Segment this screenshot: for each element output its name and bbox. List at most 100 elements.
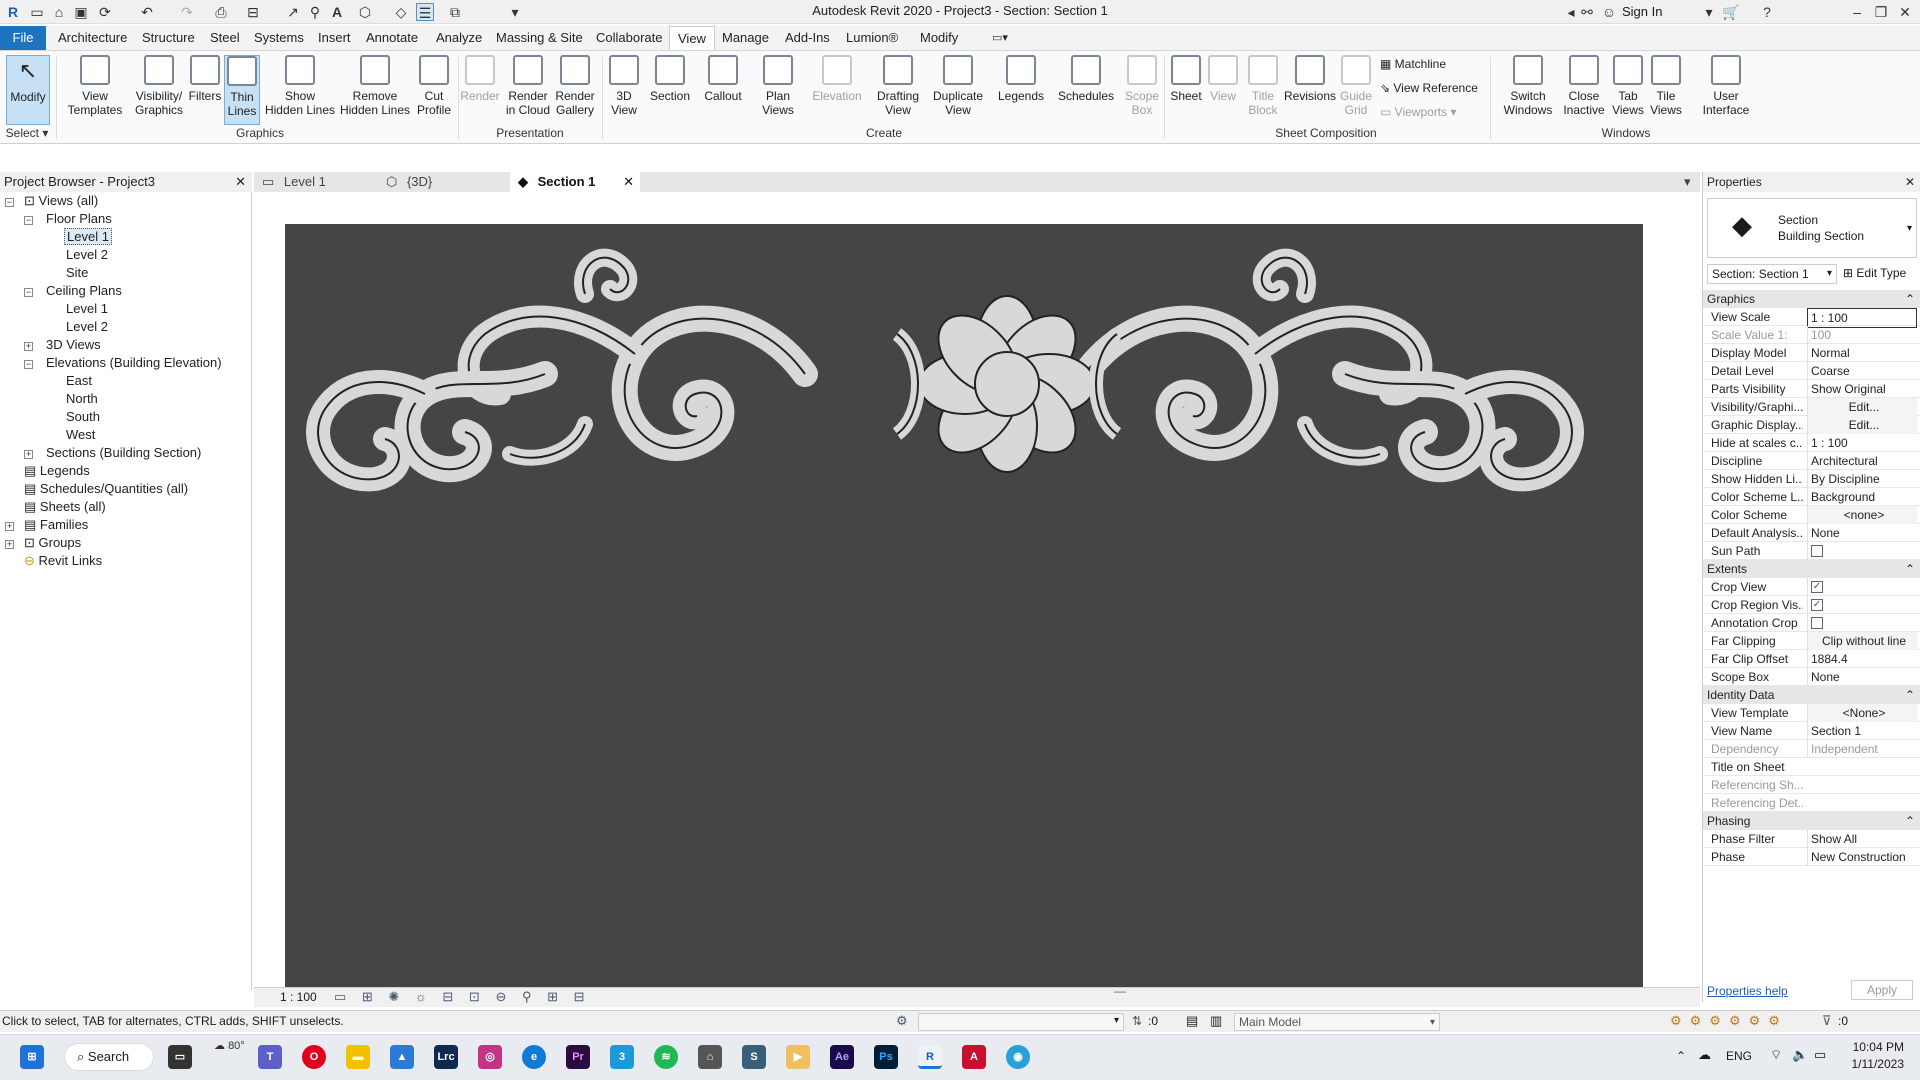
onedrive-icon[interactable]: ☁ (1698, 1047, 1711, 1063)
expand-icon[interactable]: + (24, 342, 33, 351)
tab-collaborate[interactable]: Collaborate (588, 26, 671, 50)
help-icon[interactable]: ? (1758, 3, 1776, 21)
spotify-icon[interactable]: ≋ (654, 1045, 678, 1069)
legends-button[interactable]: Legends (994, 55, 1048, 125)
group-extents[interactable]: Extents ⌃ (1703, 560, 1920, 578)
clock-date[interactable]: 1/11/2023 (1846, 1057, 1905, 1071)
callout-button[interactable]: Callout (698, 55, 748, 125)
view-reference-button[interactable]: ⇘ View Reference (1380, 81, 1478, 95)
tree-elevations[interactable]: Elevations (Building Elevation) (46, 354, 222, 372)
expand-icon[interactable]: + (5, 540, 14, 549)
tab-systems[interactable]: Systems (246, 26, 312, 50)
tree-floor-plans[interactable]: Floor Plans (46, 210, 112, 228)
clock-time[interactable]: 10:04 PM (1846, 1040, 1904, 1054)
render-button[interactable]: Render (460, 55, 500, 125)
tree-ceiling-level-2[interactable]: Level 2 (66, 318, 108, 336)
expand-icon[interactable]: + (5, 522, 14, 531)
section-viewport[interactable] (285, 224, 1643, 990)
prop-value[interactable]: New Construction (1807, 848, 1917, 866)
collapse-icon[interactable]: − (5, 198, 14, 207)
close-inactive-button[interactable]: Close Inactive (1558, 55, 1610, 125)
wifi-icon[interactable]: ⌔ (1770, 1047, 1782, 1063)
view-control-icons[interactable]: ▭ ⊞ ✺ ☼ ⊟ ⊡ ⊖ ⚲ ⊞ ⊟ (334, 989, 590, 1005)
workset-dropdown[interactable]: ▾ (918, 1013, 1124, 1031)
prop-value[interactable]: None (1807, 524, 1917, 542)
select-group-label[interactable]: Select ▾ (0, 126, 54, 144)
filters-button[interactable]: Filters (188, 55, 222, 125)
tree-floor-plan-level-1[interactable]: Level 1 (64, 228, 112, 246)
close-icon[interactable]: ✕ (623, 172, 634, 192)
tree-floor-plan-site[interactable]: Site (66, 264, 88, 282)
cut-profile-button[interactable]: Cut Profile (414, 55, 454, 125)
view-tab-3d[interactable]: ⬡ {3D} (386, 172, 496, 192)
tab-structure[interactable]: Structure (134, 26, 203, 50)
design-options-toggle-icon[interactable]: ▥ (1210, 1013, 1222, 1029)
tab-lumion[interactable]: Lumion® (838, 26, 906, 50)
tree-legends[interactable]: ▤ Legends (24, 462, 90, 480)
group-identity-data[interactable]: Identity Data ⌃ (1703, 686, 1920, 704)
design-option-dropdown[interactable]: Main Model ▾ (1234, 1013, 1440, 1031)
tab-architecture[interactable]: Architecture (50, 26, 135, 50)
view-name-field[interactable]: Section 1 (1807, 722, 1917, 740)
tree-families[interactable]: ▤ Families (24, 516, 88, 534)
lightroom-classic-icon[interactable]: Lrc (434, 1045, 458, 1069)
weather-widget[interactable]: ☁ 80° (214, 1039, 245, 1052)
tab-annotate[interactable]: Annotate (358, 26, 426, 50)
photos-icon[interactable]: ▲ (390, 1045, 414, 1069)
view-button[interactable]: View (1206, 55, 1240, 125)
worksets-icon[interactable]: ⚙ (896, 1013, 908, 1029)
sign-in-link[interactable]: Sign In (1622, 4, 1662, 19)
cart-icon[interactable]: 🛒 (1722, 3, 1740, 21)
view-list-chevron-icon[interactable]: ▾ (1684, 172, 1691, 192)
view-tab-section-1[interactable]: ◆ Section 1 ✕ (510, 172, 640, 192)
tab-view[interactable]: View (669, 26, 715, 50)
prop-value[interactable]: Coarse (1807, 362, 1917, 380)
prop-value[interactable]: Show Original (1807, 380, 1917, 398)
collapse-icon[interactable]: − (24, 216, 33, 225)
volume-icon[interactable]: 🔈 (1792, 1047, 1808, 1063)
title-block-button[interactable]: Title Block (1240, 55, 1286, 125)
thin-lines-button[interactable]: Thin Lines (224, 55, 260, 125)
drafting-view-button[interactable]: Drafting View (872, 55, 924, 125)
restore-icon[interactable]: ❐ (1872, 3, 1890, 21)
panel-toggle-icon[interactable]: ▭▾ (984, 26, 1016, 50)
tree-3d-views[interactable]: 3D Views (46, 336, 101, 354)
remove-hidden-lines-button[interactable]: Remove Hidden Lines (338, 55, 412, 125)
prop-value[interactable]: Background (1807, 488, 1917, 506)
duplicate-view-button[interactable]: Duplicate View (928, 55, 988, 125)
guide-grid-button[interactable]: Guide Grid (1338, 55, 1374, 125)
teams-icon[interactable]: T (258, 1045, 282, 1069)
plan-views-button[interactable]: Plan Views (756, 55, 800, 125)
instagram-icon[interactable]: ◎ (478, 1045, 502, 1069)
windows-start-icon[interactable]: ⊞ (20, 1045, 44, 1069)
filter-icon[interactable]: ⊽ (1822, 1013, 1832, 1029)
tab-add-ins[interactable]: Add-Ins (777, 26, 838, 50)
sheet-button[interactable]: Sheet (1168, 55, 1204, 125)
collapse-icon[interactable]: − (24, 360, 33, 369)
instance-selector[interactable]: Section: Section 1 ▾ (1707, 264, 1837, 284)
show-hidden-lines-button[interactable]: Show Hidden Lines (264, 55, 336, 125)
schedules-button[interactable]: Schedules (1054, 55, 1118, 125)
edit-type-button[interactable]: ⊞ Edit Type (1843, 266, 1906, 280)
prop-value[interactable]: 1 : 100 (1807, 434, 1917, 452)
tree-views-all[interactable]: ⊡ Views (all) (24, 192, 98, 210)
crop-region-visible-checkbox[interactable]: ✓ (1811, 598, 1823, 611)
viewports-button[interactable]: ▭ Viewports ▾ (1380, 105, 1457, 119)
minimize-icon[interactable]: – (1848, 3, 1866, 21)
premiere-icon[interactable]: Pr (566, 1045, 590, 1069)
view-tab-level-1[interactable]: ▭ Level 1 (262, 172, 372, 192)
tree-elevation-east[interactable]: East (66, 372, 92, 390)
view-templates-button[interactable]: View Templates (66, 55, 124, 125)
tile-views-button[interactable]: Tile Views (1648, 55, 1684, 125)
visibility-graphics-button[interactable]: Visibility/ Graphics (128, 55, 190, 125)
view-scale-field[interactable]: 1 : 100 (1807, 308, 1917, 328)
color-scheme-button[interactable]: <none> (1807, 506, 1917, 524)
tree-elevation-south[interactable]: South (66, 408, 100, 426)
annotation-crop-checkbox[interactable] (1811, 616, 1823, 629)
tab-file[interactable]: File (0, 26, 46, 50)
3d-view-button[interactable]: 3D View (606, 55, 642, 125)
view-scale-control[interactable]: 1 : 100 (280, 990, 317, 1004)
switch-windows-button[interactable]: Switch Windows (1500, 55, 1556, 125)
taskbar-search[interactable]: ⌕ Search (64, 1043, 154, 1071)
far-clipping-button[interactable]: Clip without line (1807, 632, 1917, 650)
